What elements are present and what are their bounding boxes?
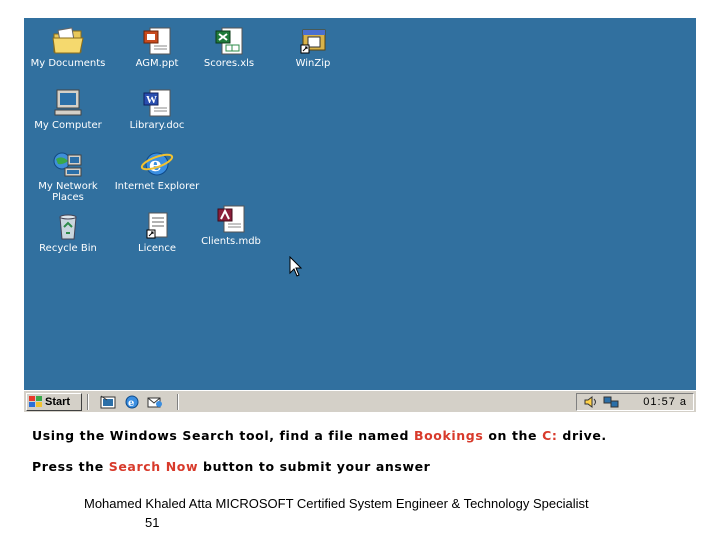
icon-label: Recycle Bin <box>39 243 97 254</box>
computer-icon <box>54 89 82 116</box>
instruction-text: button to submit your answer <box>198 459 431 474</box>
instruction-line-1: Using the Windows Search tool, find a fi… <box>32 428 607 443</box>
icon-label: Internet Explorer <box>114 181 200 192</box>
my-computer-shortcut[interactable]: My Computer <box>24 88 112 131</box>
text-file-shortcut-icon <box>146 212 168 239</box>
clock[interactable]: 01:57 a <box>643 396 687 408</box>
search-now-highlight: Search Now <box>108 459 199 474</box>
mouse-pointer-icon <box>289 256 303 277</box>
drive-highlight: C: <box>542 428 558 443</box>
svg-text:W: W <box>146 94 157 106</box>
internet-explorer-icon: e <box>140 152 174 176</box>
my-documents-shortcut[interactable]: My Documents <box>24 26 112 69</box>
system-tray: 01:57 a <box>576 393 694 411</box>
network-icon <box>53 152 82 177</box>
outlook-express-icon[interactable] <box>146 394 164 410</box>
network-tray-icon[interactable] <box>603 395 619 409</box>
library-doc-file[interactable]: W Library.doc <box>113 88 201 131</box>
folder-documents-icon <box>52 27 84 54</box>
instruction-text: Press the <box>32 459 109 474</box>
powerpoint-file-icon <box>143 27 171 55</box>
scores-xls-file[interactable]: Scores.xls <box>185 26 273 69</box>
taskbar-separator <box>177 394 179 410</box>
start-label: Start <box>45 396 71 408</box>
word-file-icon: W <box>143 89 171 117</box>
icon-label: Library.doc <box>129 120 185 131</box>
instruction-text: on the <box>483 428 543 443</box>
icon-label: WinZip <box>295 58 331 69</box>
icon-label: My Network Places <box>38 181 98 203</box>
access-file-icon <box>217 205 245 233</box>
show-desktop-icon[interactable] <box>99 394 117 410</box>
winzip-shortcut[interactable]: WinZip <box>269 26 357 69</box>
instruction-text: Using the Windows Search tool, find a fi… <box>32 428 414 443</box>
page-number: 51 <box>145 515 160 530</box>
icon-label: My Documents <box>30 58 106 69</box>
desktop: My Documents AGM.ppt Scores.xls WinZip M… <box>24 18 696 390</box>
internet-explorer-shortcut[interactable]: e Internet Explorer <box>113 149 201 192</box>
recycle-bin-icon <box>59 214 77 240</box>
start-button[interactable]: Start <box>26 393 82 411</box>
icon-label: Scores.xls <box>203 58 255 69</box>
my-network-places-shortcut[interactable]: My Network Places <box>24 149 112 203</box>
instruction-line-2: Press the Search Now button to submit yo… <box>32 459 430 474</box>
clients-mdb-file[interactable]: Clients.mdb <box>187 204 275 247</box>
filename-highlight: Bookings <box>413 428 484 443</box>
taskbar-separator <box>87 394 89 410</box>
svg-text:e: e <box>128 398 134 409</box>
winzip-shortcut-icon <box>300 29 326 54</box>
footer-credit: Mohamed Khaled Atta MICROSOFT Certified … <box>84 496 589 511</box>
instruction-text: drive. <box>557 428 607 443</box>
internet-explorer-quicklaunch-icon[interactable]: e <box>123 394 141 410</box>
icon-label: My Computer <box>34 120 102 131</box>
excel-file-icon <box>215 27 243 55</box>
windows-logo-icon <box>29 396 42 407</box>
recycle-bin-shortcut[interactable]: Recycle Bin <box>24 211 112 254</box>
taskbar: Start e 01:57 a <box>24 390 696 412</box>
speaker-icon[interactable] <box>583 395 599 409</box>
icon-label: Clients.mdb <box>201 236 261 247</box>
